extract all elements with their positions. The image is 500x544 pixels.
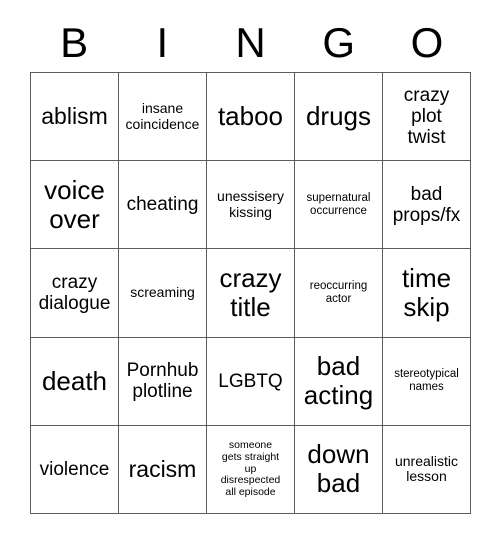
bingo-cell[interactable]: supernatural occurrence — [295, 161, 383, 250]
bingo-cell-label: taboo — [217, 101, 284, 132]
bingo-cell-label: screaming — [130, 284, 195, 301]
bingo-cell[interactable]: screaming — [119, 249, 207, 338]
bingo-cell[interactable]: someone gets straight up disrespected al… — [207, 425, 295, 514]
bingo-cell-label: down bad — [307, 439, 370, 499]
bingo-cell[interactable]: Pornhub plotline — [119, 337, 207, 426]
header-letter-n: N — [235, 18, 266, 66]
bingo-cell[interactable]: unrealistic lesson — [383, 425, 471, 514]
bingo-cell-label: crazy title — [219, 262, 282, 322]
bingo-cell-label: voice over — [44, 174, 105, 234]
bingo-cell-label: drugs — [305, 101, 372, 132]
bingo-header-row: B I N G O — [30, 13, 471, 72]
bingo-cell-label: someone gets straight up disrespected al… — [220, 439, 281, 499]
header-letter-o: O — [410, 18, 444, 66]
bingo-cell-label: time skip — [401, 262, 452, 322]
bingo-cell[interactable]: cheating — [119, 161, 207, 250]
bingo-cell[interactable]: death — [31, 337, 119, 426]
bingo-cell[interactable]: time skip — [383, 249, 471, 338]
bingo-cell-label: crazy dialogue — [38, 271, 111, 314]
bingo-cell-label: ablism — [41, 102, 108, 129]
bingo-cell[interactable]: racism — [119, 425, 207, 514]
bingo-cell-label: cheating — [126, 194, 199, 216]
bingo-cell[interactable]: LGBTQ — [207, 337, 295, 426]
bingo-cell-label: violence — [39, 458, 110, 480]
bingo-cell[interactable]: ablism — [31, 73, 119, 162]
bingo-cell-label: stereotypical names — [394, 368, 459, 394]
bingo-cell-label: death — [41, 365, 108, 396]
header-letter-b: B — [60, 18, 89, 66]
bingo-cell-label: crazy plot twist — [403, 84, 450, 149]
bingo-cell-label: LGBTQ — [218, 370, 283, 392]
bingo-cell[interactable]: bad props/fx — [383, 161, 471, 250]
bingo-cell-label: Pornhub plotline — [126, 359, 199, 403]
bingo-cell[interactable]: crazy title — [207, 249, 295, 338]
bingo-cell-label: unessisery kissing — [217, 188, 284, 220]
bingo-cell-label: racism — [128, 455, 197, 482]
bingo-cell[interactable]: voice over — [31, 161, 119, 250]
bingo-cell-label: supernatural occurrence — [306, 191, 371, 217]
bingo-cell[interactable]: insane coincidence — [119, 73, 207, 162]
bingo-grid: ablism insane coincidence taboo drugs cr… — [30, 72, 471, 514]
bingo-cell-label: reoccurring actor — [309, 280, 368, 305]
bingo-cell[interactable]: stereotypical names — [383, 337, 471, 426]
header-letter-g: G — [322, 18, 356, 66]
bingo-cell[interactable]: crazy plot twist — [383, 73, 471, 162]
bingo-cell[interactable]: unessisery kissing — [207, 161, 295, 250]
bingo-cell-label: insane coincidence — [125, 99, 200, 132]
header-letter-i: I — [156, 18, 169, 66]
bingo-cell[interactable]: taboo — [207, 73, 295, 162]
bingo-cell[interactable]: violence — [31, 425, 119, 514]
bingo-cell[interactable]: reoccurring actor — [295, 249, 383, 338]
bingo-cell-label: bad acting — [303, 351, 374, 411]
bingo-cell[interactable]: drugs — [295, 73, 383, 162]
bingo-cell[interactable]: crazy dialogue — [31, 249, 119, 338]
bingo-cell[interactable]: down bad — [295, 425, 383, 514]
bingo-card: B I N G O ablism insane coincidence tabo… — [30, 13, 471, 514]
bingo-cell-label: unrealistic lesson — [394, 452, 459, 485]
bingo-cell-label: bad props/fx — [392, 183, 461, 226]
bingo-cell[interactable]: bad acting — [295, 337, 383, 426]
